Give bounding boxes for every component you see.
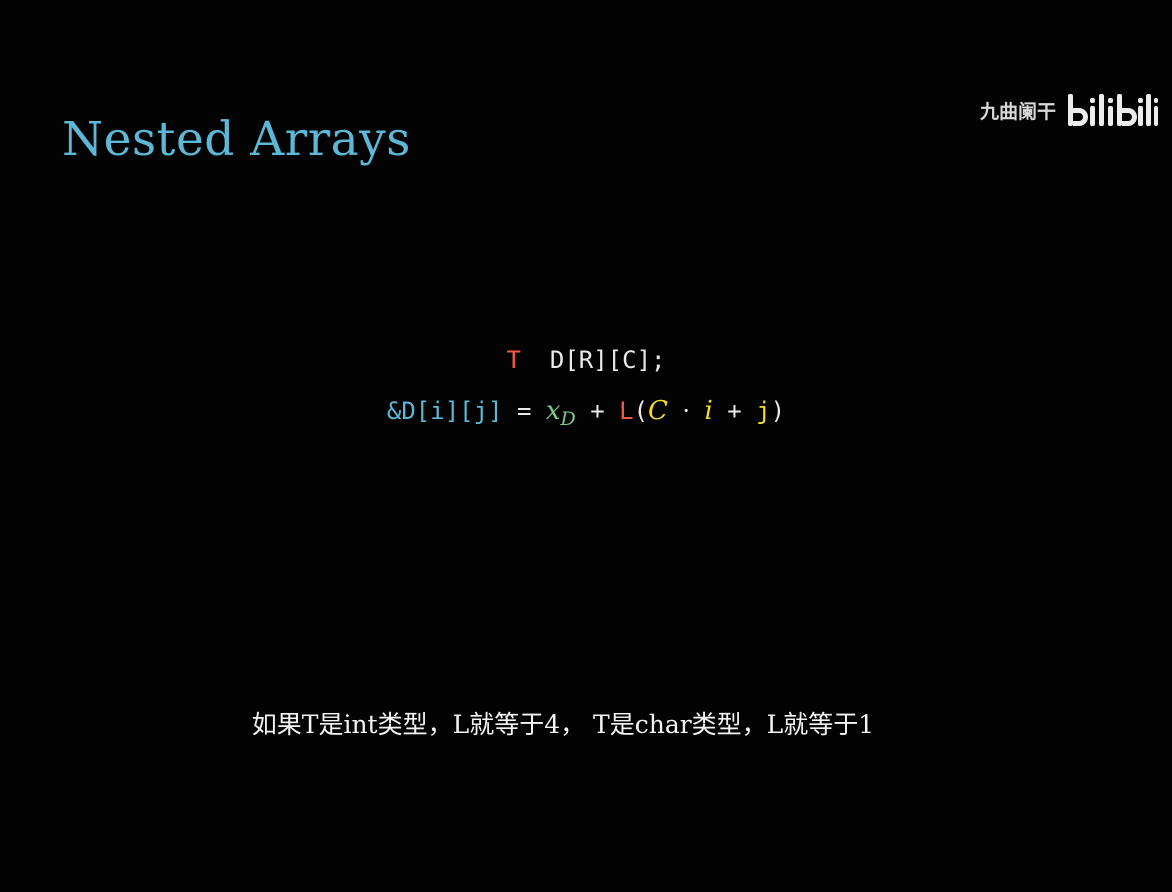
- element-address: &D[i][j]: [386, 397, 503, 425]
- code-declaration: T D[R][C];: [0, 344, 1172, 376]
- column-index: j: [756, 397, 771, 425]
- row-length: C: [648, 396, 668, 426]
- bilibili-logo-icon: [1068, 94, 1158, 126]
- plus-sign: +: [590, 397, 605, 425]
- watermark-author: 九曲阑干: [979, 100, 1056, 123]
- close-paren: ): [770, 397, 786, 425]
- type-token: T: [506, 346, 521, 374]
- array-declaration: D[R][C];: [549, 346, 666, 374]
- plus-sign: +: [727, 397, 742, 425]
- open-paren: (: [633, 397, 649, 425]
- element-size: L: [619, 397, 634, 425]
- video-frame: Nested Arrays 九曲阑干 T D[R][C]; &D[i][j] =…: [0, 0, 1172, 892]
- address-formula: &D[i][j] = xD + L(C · i + j): [0, 395, 1172, 435]
- base-address-var: x: [545, 396, 561, 426]
- base-address: xD: [545, 396, 576, 430]
- watermark: 九曲阑干: [980, 88, 1158, 132]
- slide-title: Nested Arrays: [62, 112, 411, 167]
- base-address-subscript: D: [560, 408, 576, 430]
- subtitle-caption: 如果T是int类型，L就等于4， T是char类型，L就等于1: [251, 710, 875, 739]
- multiply-dot: ·: [682, 397, 691, 425]
- equals-sign: =: [516, 397, 532, 425]
- row-index: i: [704, 396, 713, 426]
